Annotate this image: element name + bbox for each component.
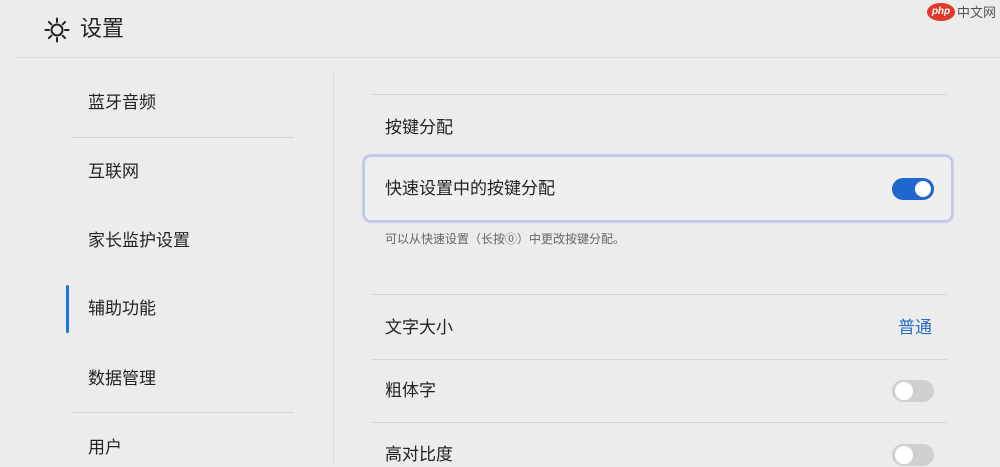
row-divider — [372, 294, 947, 295]
sidebar-selected-indicator — [66, 285, 69, 333]
toggle-knob — [895, 446, 913, 464]
page-title: 设置 — [80, 17, 125, 42]
header-bar: 设置 php 中文网 — [0, 0, 1000, 58]
sidebar-item-internet[interactable]: 互联网 — [88, 160, 139, 184]
sidebar-vertical-divider — [333, 72, 334, 465]
section-title: 按键分配 — [385, 118, 453, 138]
watermark-logo: php — [926, 2, 955, 21]
row-divider — [372, 359, 947, 360]
high-contrast-toggle[interactable] — [892, 444, 934, 466]
watermark-text: 中文网 — [956, 6, 996, 21]
toggle-knob — [915, 181, 931, 197]
text-size-value[interactable]: 普通 — [898, 316, 932, 340]
bold-text-label[interactable]: 粗体字 — [385, 379, 436, 403]
sidebar-item-parental-controls[interactable]: 家长监护设置 — [88, 229, 190, 253]
sidebar-item-users[interactable]: 用户 — [88, 436, 122, 460]
watermark: php 中文网 — [926, 2, 996, 21]
high-contrast-label[interactable]: 高对比度 — [385, 443, 453, 467]
sidebar-divider — [71, 412, 294, 413]
sidebar-divider — [71, 137, 294, 138]
quick-assign-toggle[interactable] — [892, 178, 934, 200]
sidebar-item-bluetooth-audio[interactable]: 蓝牙音频 — [88, 91, 156, 115]
quick-assign-setting[interactable]: 快速设置中的按键分配 — [365, 157, 951, 220]
gear-icon — [44, 17, 70, 43]
sidebar-item-accessibility[interactable]: 辅助功能 — [88, 297, 156, 321]
sidebar-item-data-management[interactable]: 数据管理 — [88, 367, 156, 391]
row-divider — [372, 422, 947, 423]
section-divider — [372, 94, 947, 95]
text-size-label[interactable]: 文字大小 — [385, 316, 453, 340]
bold-text-toggle[interactable] — [892, 380, 934, 402]
quick-assign-hint: 可以从快速设置（长按⓪）中更改按键分配。 — [385, 232, 626, 246]
quick-assign-label: 快速设置中的按键分配 — [385, 179, 555, 199]
sidebar — [0, 58, 333, 465]
toggle-knob — [895, 382, 913, 400]
